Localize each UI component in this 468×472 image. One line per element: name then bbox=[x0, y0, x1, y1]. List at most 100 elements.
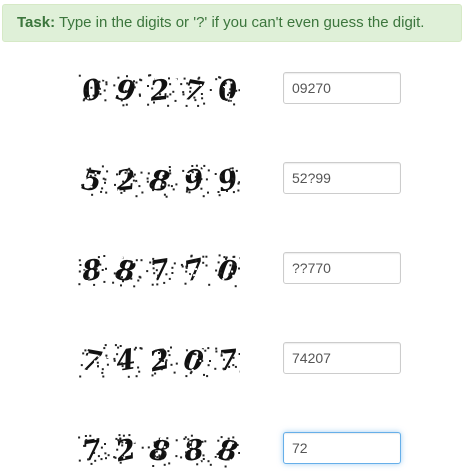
noise-speck bbox=[102, 375, 105, 378]
noise-speck bbox=[101, 180, 104, 183]
noise-speck bbox=[91, 357, 94, 359]
handwritten-digit: 7 bbox=[79, 343, 104, 379]
noise-speck bbox=[147, 85, 149, 87]
noise-speck bbox=[83, 444, 86, 447]
noise-speck bbox=[120, 263, 123, 266]
noise-speck bbox=[158, 186, 161, 189]
noise-speck bbox=[151, 283, 154, 286]
noise-speck bbox=[115, 437, 118, 440]
noise-speck bbox=[172, 102, 175, 105]
noise-speck bbox=[141, 446, 144, 449]
noise-speck bbox=[128, 260, 131, 263]
noise-speck bbox=[168, 354, 171, 357]
noise-speck bbox=[237, 189, 240, 192]
noise-speck bbox=[163, 193, 166, 196]
noise-speck bbox=[217, 273, 220, 276]
noise-speck bbox=[89, 434, 92, 437]
noise-speck bbox=[233, 103, 236, 106]
noise-speck bbox=[115, 274, 118, 277]
noise-speck bbox=[94, 438, 97, 440]
noise-speck bbox=[185, 190, 188, 193]
noise-speck bbox=[97, 355, 100, 358]
noise-speck bbox=[112, 281, 115, 284]
noise-speck bbox=[184, 282, 187, 285]
noise-speck bbox=[87, 94, 90, 97]
noise-speck bbox=[205, 264, 208, 267]
noise-speck bbox=[204, 349, 207, 352]
noise-speck bbox=[94, 81, 97, 84]
noise-speck bbox=[232, 274, 235, 277]
digit-image-5: 72888 bbox=[78, 432, 240, 469]
noise-speck bbox=[158, 105, 161, 108]
handwritten-digit: 2 bbox=[112, 432, 139, 469]
noise-speck bbox=[225, 257, 227, 260]
noise-speck bbox=[132, 179, 135, 182]
noise-speck bbox=[214, 88, 217, 91]
noise-speck bbox=[113, 93, 116, 96]
noise-speck bbox=[227, 99, 230, 102]
noise-speck bbox=[132, 460, 135, 463]
noise-speck bbox=[214, 367, 217, 370]
noise-speck bbox=[91, 193, 94, 196]
noise-speck bbox=[169, 83, 172, 86]
answer-input-2[interactable] bbox=[283, 162, 401, 194]
noise-speck bbox=[216, 455, 219, 458]
noise-speck bbox=[233, 255, 236, 258]
noise-speck bbox=[121, 365, 124, 368]
noise-speck bbox=[230, 81, 233, 84]
noise-speck bbox=[87, 97, 90, 100]
noise-speck bbox=[135, 195, 138, 198]
noise-speck bbox=[228, 180, 231, 183]
noise-speck bbox=[216, 98, 219, 101]
noise-speck bbox=[114, 434, 117, 437]
noise-speck bbox=[114, 80, 117, 83]
noise-speck bbox=[203, 91, 206, 93]
noise-speck bbox=[102, 186, 105, 189]
noise-speck bbox=[78, 459, 81, 462]
noise-speck bbox=[231, 167, 234, 170]
noise-speck bbox=[94, 172, 97, 174]
answer-input-1[interactable] bbox=[283, 72, 401, 104]
noise-speck bbox=[103, 95, 106, 98]
noise-speck bbox=[134, 454, 137, 457]
answer-input-3[interactable] bbox=[283, 252, 401, 284]
noise-speck bbox=[81, 257, 84, 260]
noise-speck bbox=[195, 279, 198, 282]
answer-input-4[interactable] bbox=[283, 342, 401, 374]
noise-speck bbox=[209, 446, 212, 449]
noise-speck bbox=[219, 465, 222, 468]
noise-speck bbox=[130, 180, 133, 183]
noise-speck bbox=[150, 371, 153, 374]
noise-speck bbox=[186, 363, 189, 366]
noise-speck bbox=[133, 285, 136, 288]
noise-speck bbox=[166, 437, 169, 440]
noise-speck bbox=[233, 367, 236, 370]
noise-speck bbox=[203, 164, 206, 167]
noise-speck bbox=[135, 81, 138, 84]
noise-speck bbox=[231, 177, 234, 180]
noise-speck bbox=[92, 94, 95, 97]
noise-speck bbox=[199, 461, 202, 464]
noise-speck bbox=[171, 346, 174, 349]
noise-speck bbox=[185, 266, 188, 269]
noise-speck bbox=[82, 352, 85, 355]
noise-speck bbox=[166, 95, 169, 98]
noise-speck bbox=[148, 373, 151, 376]
noise-speck bbox=[173, 171, 176, 174]
noise-speck bbox=[126, 75, 128, 78]
noise-speck bbox=[219, 271, 222, 274]
noise-speck bbox=[112, 364, 115, 367]
noise-speck bbox=[202, 88, 205, 91]
noise-speck bbox=[170, 363, 173, 366]
noise-speck bbox=[127, 375, 130, 378]
noise-speck bbox=[93, 283, 96, 286]
digit-image-3: 88770 bbox=[78, 252, 240, 289]
handwritten-digit: 2 bbox=[147, 73, 171, 108]
noise-speck bbox=[239, 257, 240, 260]
answer-input-5[interactable] bbox=[283, 432, 401, 464]
noise-speck bbox=[87, 276, 90, 279]
noise-speck bbox=[181, 265, 184, 268]
noise-speck bbox=[98, 345, 101, 348]
noise-speck bbox=[105, 457, 107, 460]
noise-speck bbox=[97, 256, 100, 259]
